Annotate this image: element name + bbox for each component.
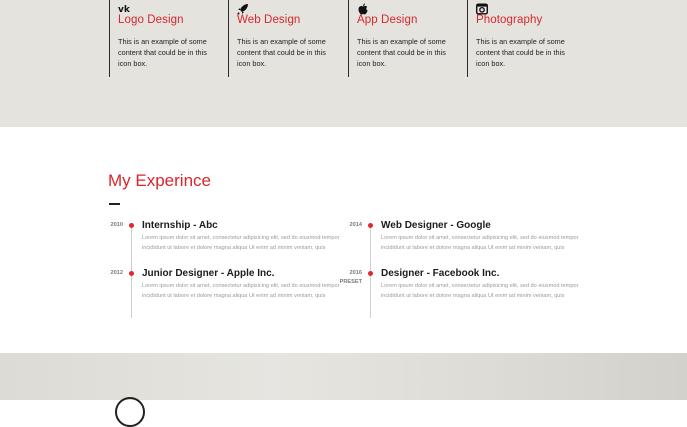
entry-year-status: PRESET: [339, 279, 362, 285]
section-heading: My Experince: [108, 171, 211, 190]
timeline-dot: [368, 271, 373, 276]
service-text: This is an example of some content that …: [118, 37, 207, 68]
services-section: vk Logo Design This is an example of som…: [0, 0, 687, 127]
service-title[interactable]: Photography: [476, 14, 542, 26]
service-box-web-design: Web Design This is an example of some co…: [228, 0, 347, 77]
entry-year: 2010: [110, 222, 123, 228]
service-text: This is an example of some content that …: [237, 37, 326, 68]
entry-year: 2012: [110, 270, 123, 276]
timeline-dot: [129, 223, 134, 228]
service-title[interactable]: Web Design: [237, 14, 300, 26]
service-title[interactable]: App Design: [357, 14, 417, 26]
entry-title: Junior Designer - Apple Inc.: [142, 268, 275, 279]
service-box-app-design: App Design This is an example of some co…: [348, 0, 467, 77]
entry-description: Lorem ipsum dolor sit amet, consectetur …: [142, 235, 340, 251]
bottom-section: [0, 353, 687, 427]
entry-year: 2016: [349, 270, 362, 276]
service-box-photography: Photography This is an example of some c…: [467, 0, 586, 77]
service-box-logo-design: vk Logo Design This is an example of som…: [109, 0, 228, 77]
entry-title: Web Designer - Google: [381, 220, 491, 231]
timeline-dot: [129, 271, 134, 276]
entry-description: Lorem ipsum dolor sit amet, consectetur …: [142, 283, 340, 299]
service-text: This is an example of some content that …: [357, 37, 446, 68]
experience-section: My Experince 2010 Internship - Abc Lorem…: [0, 127, 687, 353]
entry-title: Internship - Abc: [142, 220, 218, 231]
entry-year: 2014: [349, 222, 362, 228]
entry-description: Lorem ipsum dolor sit amet, consectetur …: [381, 283, 579, 299]
service-text: This is an example of some content that …: [476, 37, 565, 68]
circle-icon: [115, 397, 145, 427]
heading-underline: [109, 203, 120, 205]
entry-title: Designer - Facebook Inc.: [381, 268, 500, 279]
service-title[interactable]: Logo Design: [118, 14, 184, 26]
entry-description: Lorem ipsum dolor sit amet, consectetur …: [381, 235, 579, 251]
timeline-dot: [368, 223, 373, 228]
svg-text:vk: vk: [118, 5, 131, 14]
